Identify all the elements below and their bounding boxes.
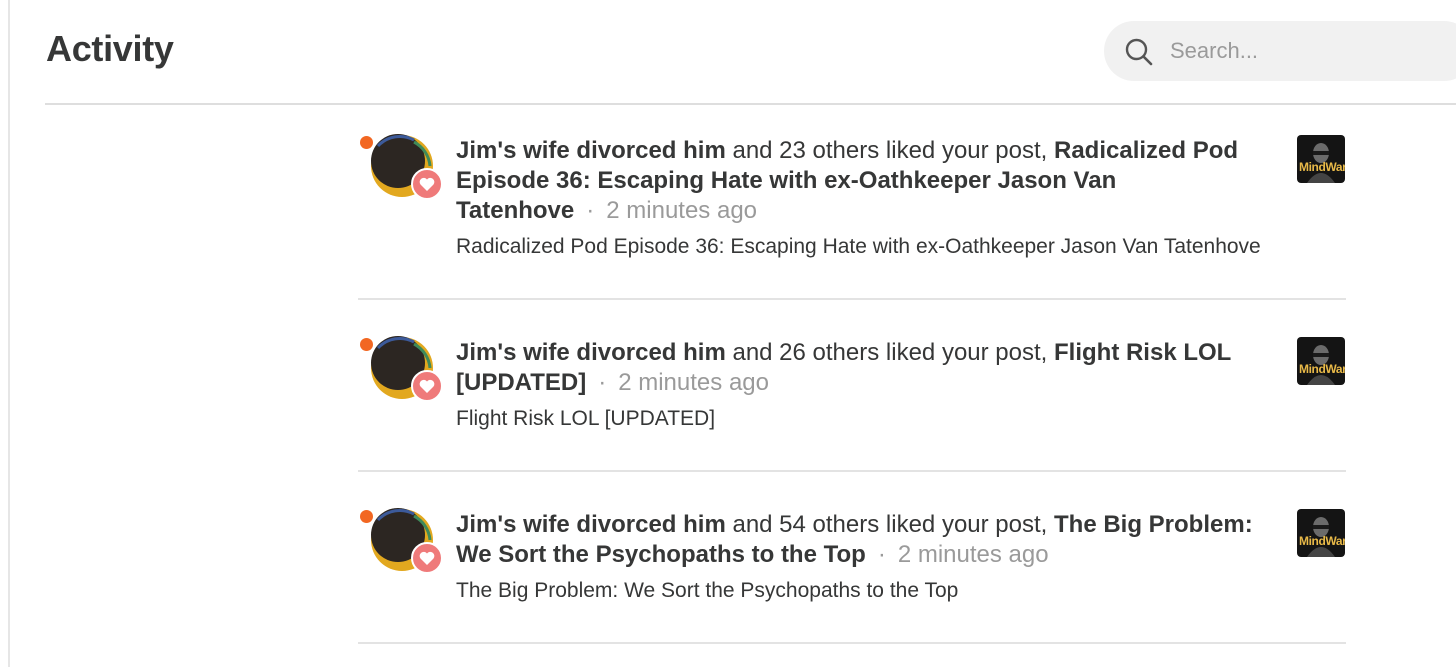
post-subtitle: The Big Problem: We Sort the Psychopaths…: [456, 579, 959, 602]
thumbnail-label: MindWar: [1299, 362, 1345, 376]
notification-item[interactable]: Jim's wife divorced him and 54 others li…: [358, 504, 1346, 624]
timestamp: 2 minutes ago: [897, 541, 1049, 568]
timestamp: 2 minutes ago: [606, 197, 758, 224]
heart-icon: [411, 542, 443, 574]
thumbnail-label: MindWar: [1299, 160, 1345, 174]
thumbnail-label: MindWar: [1299, 534, 1345, 548]
notification-item[interactable]: Jim's wife divorced him and 26 others li…: [358, 332, 1346, 452]
notification-text: Jim's wife divorced him and 54 others li…: [456, 510, 1276, 570]
timestamp: 2 minutes ago: [618, 369, 769, 396]
post-subtitle: Flight Risk LOL [UPDATED]: [456, 407, 716, 430]
separator-dot: ·: [586, 197, 595, 224]
page-title: Activity: [46, 28, 174, 69]
post-thumbnail[interactable]: MindWar: [1297, 135, 1345, 183]
search-input[interactable]: [1170, 21, 1450, 81]
action-text: and 54 others liked your post,: [732, 511, 1048, 538]
person-silhouette-icon: [1307, 345, 1335, 385]
search-box[interactable]: [1104, 21, 1456, 81]
item-divider: [358, 298, 1346, 300]
person-silhouette-icon: [1307, 143, 1335, 183]
actor-name[interactable]: Jim's wife divorced him: [456, 511, 726, 538]
heart-icon: [411, 168, 443, 200]
action-text: and 23 others liked your post,: [732, 137, 1048, 164]
left-border: [8, 0, 10, 667]
person-silhouette-icon: [1307, 517, 1335, 557]
action-text: and 26 others liked your post,: [732, 339, 1048, 366]
notification-text: Jim's wife divorced him and 26 others li…: [456, 338, 1276, 398]
post-thumbnail[interactable]: MindWar: [1297, 337, 1345, 385]
item-divider: [358, 642, 1346, 644]
post-thumbnail[interactable]: MindWar: [1297, 509, 1345, 557]
separator-dot: ·: [877, 541, 886, 568]
post-subtitle: Radicalized Pod Episode 36: Escaping Hat…: [456, 235, 1261, 258]
separator-dot: ·: [598, 369, 607, 396]
actor-name[interactable]: Jim's wife divorced him: [456, 339, 726, 366]
heart-icon: [411, 370, 443, 402]
header-divider: [45, 103, 1456, 105]
actor-name[interactable]: Jim's wife divorced him: [456, 137, 726, 164]
notification-item[interactable]: Jim's wife divorced him and 23 others li…: [358, 130, 1346, 280]
item-divider: [358, 470, 1346, 472]
search-icon: [1125, 38, 1153, 66]
notification-text: Jim's wife divorced him and 23 others li…: [456, 136, 1276, 226]
